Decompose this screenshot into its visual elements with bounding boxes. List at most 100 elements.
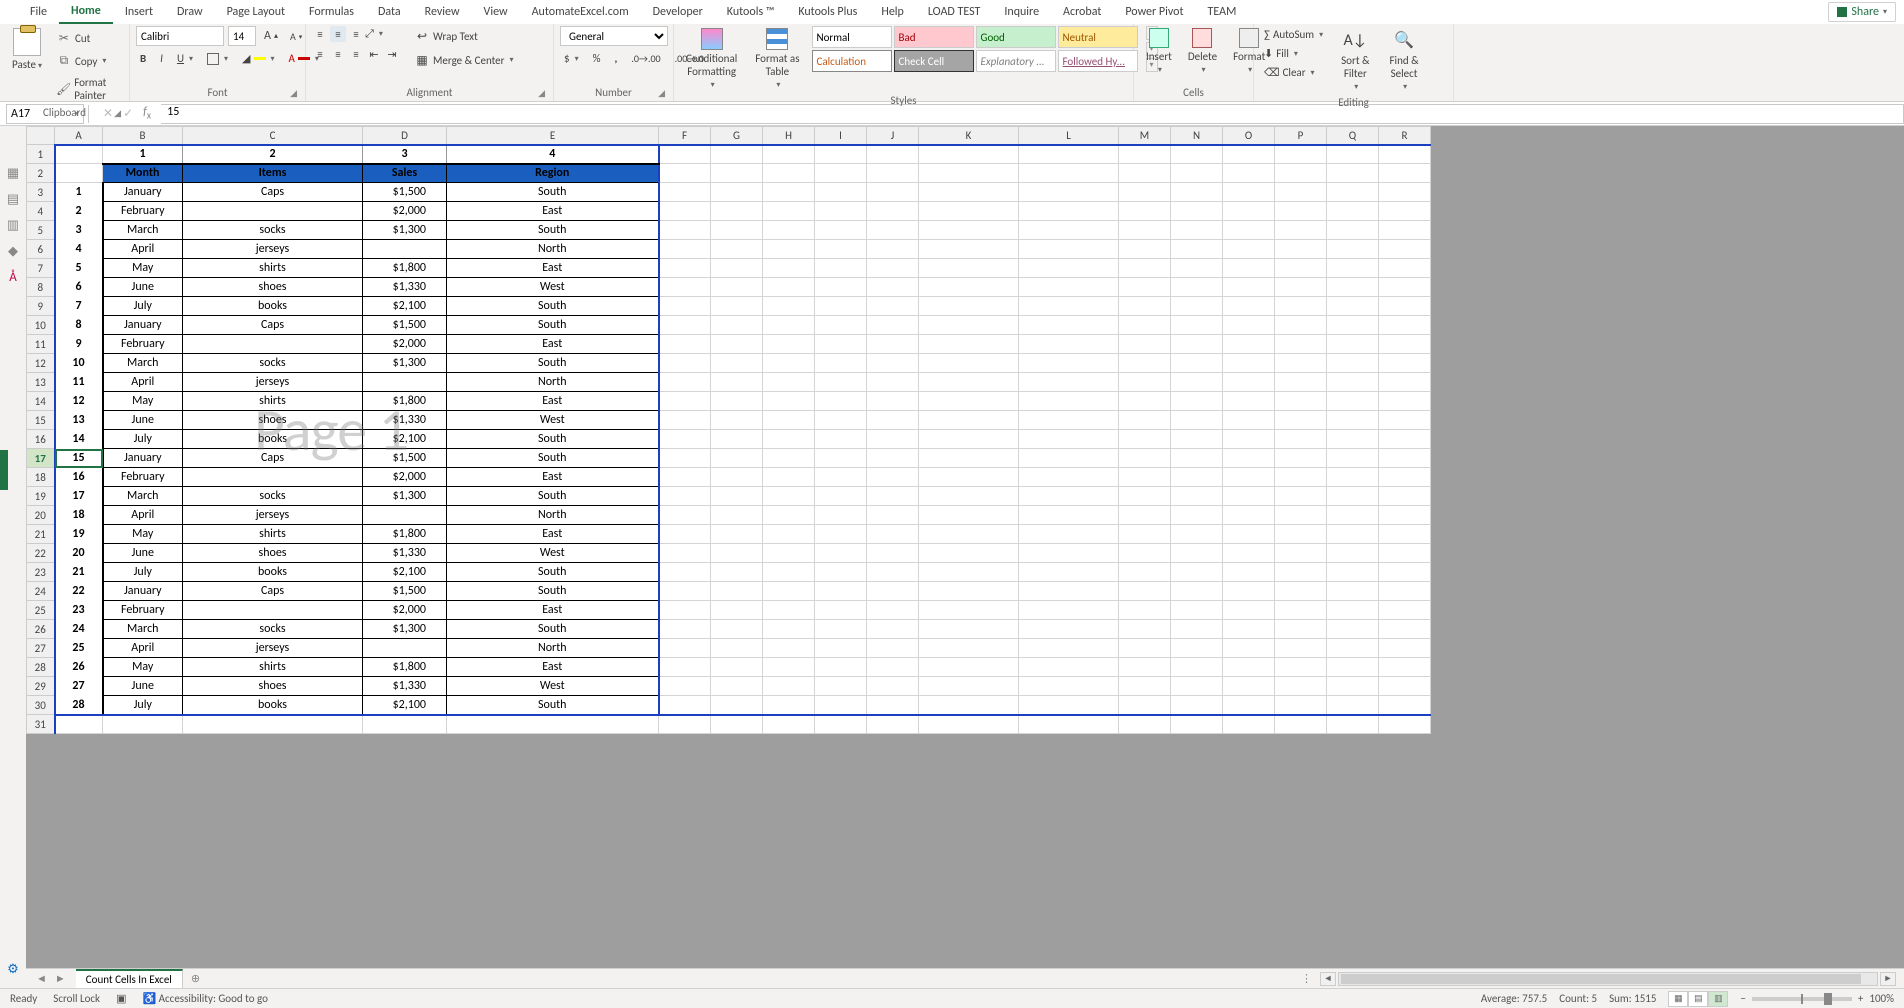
cell-B3[interactable]: January [103,183,183,202]
cell-D28[interactable]: $1,800 [363,658,447,677]
align-left-button[interactable]: ≡ [312,46,328,62]
ribbon-tab-review[interactable]: Review [413,1,472,23]
cell-C13[interactable]: jerseys [183,373,363,392]
cell-D9[interactable]: $2,100 [363,297,447,316]
cell-B20[interactable]: April [103,506,183,525]
cell-B16[interactable]: July [103,430,183,449]
cell-E8[interactable]: West [447,278,659,297]
header-num-3[interactable]: 3 [363,145,447,164]
percent-button[interactable]: % [589,50,605,67]
cell-B24[interactable]: January [103,582,183,601]
ribbon-tab-developer[interactable]: Developer [641,1,715,23]
enter-formula-button[interactable]: ✓ [123,106,133,121]
cell-D15[interactable]: $1,330 [363,411,447,430]
sheet-tab-active[interactable]: Count Cells In Excel [76,969,183,988]
cell-A8[interactable]: 6 [55,278,103,297]
cell-D3[interactable]: $1,500 [363,183,447,202]
zoom-in-button[interactable]: + [1858,992,1863,1005]
cell-A7[interactable]: 5 [55,259,103,278]
cell-C20[interactable]: jerseys [183,506,363,525]
increase-font-button[interactable]: A▴ [260,27,282,45]
comma-button[interactable]: , [610,50,621,67]
row-header-25[interactable]: 25 [27,601,55,620]
align-middle-button[interactable]: ≡ [330,26,346,42]
sort-filter-button[interactable]: A↓Sort & Filter [1335,26,1375,94]
cell-E26[interactable]: South [447,620,659,639]
cell-A21[interactable]: 19 [55,525,103,544]
row-header-22[interactable]: 22 [27,544,55,563]
orientation-button[interactable]: ⤢ [366,26,382,42]
cell-E21[interactable]: East [447,525,659,544]
ribbon-tab-page-layout[interactable]: Page Layout [215,1,297,23]
cell-D4[interactable]: $2,000 [363,202,447,221]
cell-E30[interactable]: South [447,696,659,715]
row-header-6[interactable]: 6 [27,240,55,259]
align-right-button[interactable]: ≡ [348,46,364,62]
cell-E11[interactable]: East [447,335,659,354]
sheet-nav-next[interactable]: ► [55,972,66,985]
copy-button[interactable]: ⧉Copy [52,51,123,71]
cell-D14[interactable]: $1,800 [363,392,447,411]
borders-button[interactable] [203,51,232,67]
style-neutral[interactable]: Neutral [1058,26,1138,48]
cell-B13[interactable]: April [103,373,183,392]
align-center-button[interactable]: ≡ [330,46,346,62]
fx-button[interactable]: fx [143,105,151,121]
decrease-indent-button[interactable]: ⇤ [366,46,382,62]
cell-D7[interactable]: $1,800 [363,259,447,278]
cell-C19[interactable]: socks [183,487,363,506]
row-header-15[interactable]: 15 [27,411,55,430]
cell-D5[interactable]: $1,300 [363,221,447,240]
cell-D27[interactable] [363,639,447,658]
cell-E14[interactable]: East [447,392,659,411]
row-header-1[interactable]: 1 [27,145,55,164]
row-header-18[interactable]: 18 [27,468,55,487]
ribbon-tab-kutools-[interactable]: Kutools ™ [715,1,787,23]
hscroll-thumb[interactable] [1341,974,1861,984]
cell-E24[interactable]: South [447,582,659,601]
cell-A22[interactable]: 20 [55,544,103,563]
align-bottom-button[interactable]: ≡ [348,26,364,42]
decrease-font-button[interactable]: A▾ [286,28,306,45]
header-num-4[interactable]: 4 [447,145,659,164]
column-header-O[interactable]: O [1223,127,1275,145]
column-header-H[interactable]: H [763,127,815,145]
cell-D17[interactable]: $1,500 [363,449,447,468]
cell-D13[interactable] [363,373,447,392]
column-header-C[interactable]: C [183,127,363,145]
cell-D16[interactable]: $2,100 [363,430,447,449]
cell-E28[interactable]: East [447,658,659,677]
cell-C10[interactable]: Caps [183,316,363,335]
select-all-cell[interactable] [27,127,55,145]
cell-A25[interactable]: 23 [55,601,103,620]
cell-B14[interactable]: May [103,392,183,411]
align-top-button[interactable]: ≡ [312,26,328,42]
increase-indent-button[interactable]: ⇥ [384,46,400,62]
add-sheet-button[interactable]: ⊕ [183,969,208,988]
ribbon-tab-team[interactable]: TEAM [1196,1,1249,23]
cell-D12[interactable]: $1,300 [363,354,447,373]
hscroll-right[interactable]: ► [1880,972,1896,986]
view-page-break-button[interactable]: ▥ [1708,991,1728,1007]
cell-C7[interactable]: shirts [183,259,363,278]
zoom-thumb[interactable] [1824,993,1832,1005]
row-header-3[interactable]: 3 [27,183,55,202]
number-format-select[interactable]: General [560,26,668,46]
ribbon-tab-home[interactable]: Home [59,0,113,24]
row-header-31[interactable]: 31 [27,715,55,734]
ribbon-tab-acrobat[interactable]: Acrobat [1051,1,1113,23]
rail-settings-icon[interactable]: ⚙ [5,962,21,978]
row-header-14[interactable]: 14 [27,392,55,411]
cell-E7[interactable]: East [447,259,659,278]
cell-C16[interactable]: books [183,430,363,449]
row-header-27[interactable]: 27 [27,639,55,658]
cell-A6[interactable]: 4 [55,240,103,259]
font-dialog-launcher[interactable]: ◢ [290,88,297,99]
cell-B18[interactable]: February [103,468,183,487]
ribbon-tab-inquire[interactable]: Inquire [992,1,1051,23]
cell-E29[interactable]: West [447,677,659,696]
cell-D11[interactable]: $2,000 [363,335,447,354]
cell-B7[interactable]: May [103,259,183,278]
cell-C21[interactable]: shirts [183,525,363,544]
wrap-text-button[interactable]: ↩Wrap Text [410,26,518,46]
